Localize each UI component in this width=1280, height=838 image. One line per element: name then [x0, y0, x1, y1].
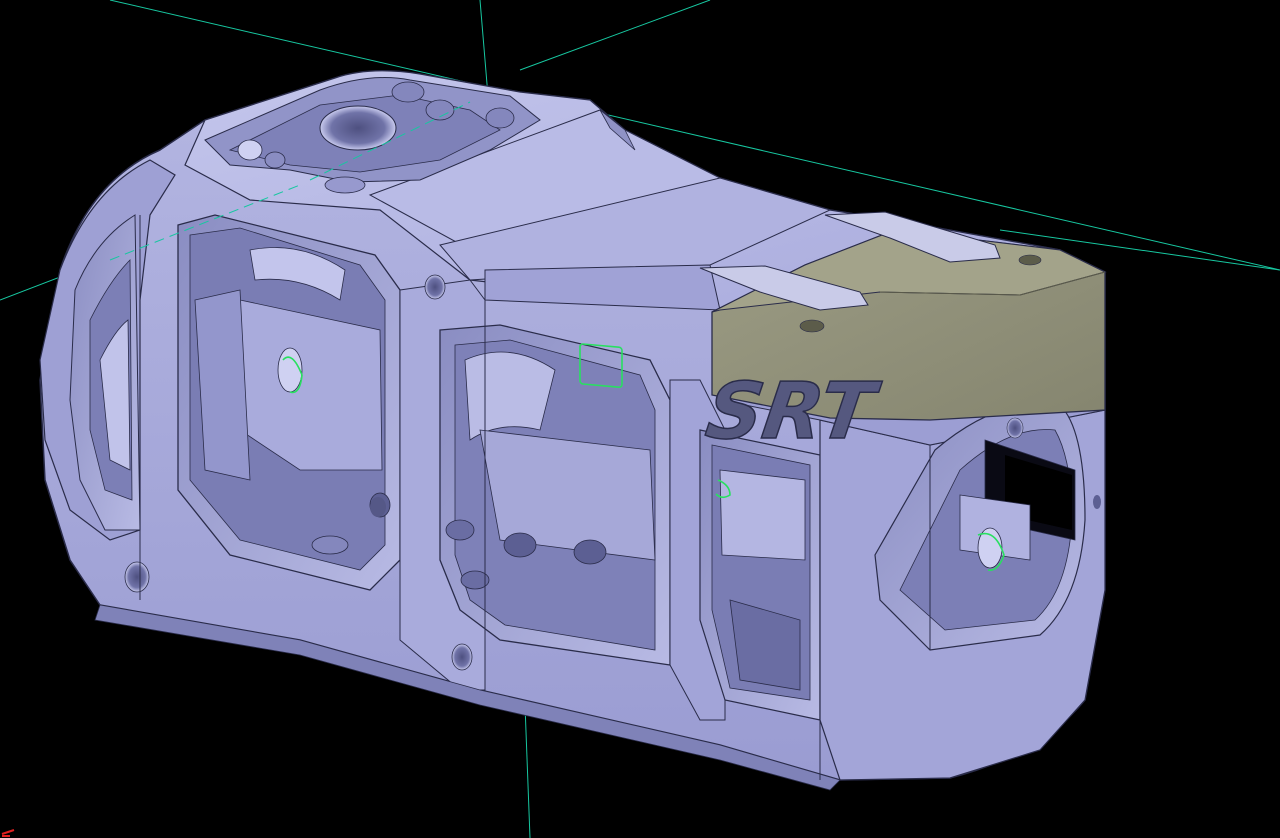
housing-body[interactable]	[39, 70, 1107, 791]
3d-model-canvas[interactable]: SRT	[0, 0, 1280, 838]
corner-mark-icon	[1, 829, 15, 837]
srt-engraving-text: SRT	[701, 366, 885, 457]
srt-engraving: SRT	[700, 366, 886, 458]
3d-viewport[interactable]: SRT	[0, 0, 1280, 838]
